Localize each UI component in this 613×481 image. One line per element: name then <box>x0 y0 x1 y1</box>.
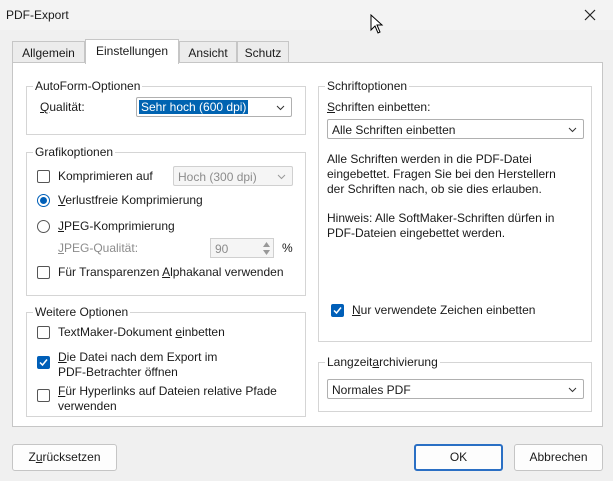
fonts-hint-line1: Hinweis: Alle SoftMaker-Schriften dürfen… <box>327 211 555 225</box>
fonts-description-line3: der Schriften nach, ob sie dies erlauben… <box>327 182 542 196</box>
chevron-down-icon <box>568 127 577 133</box>
jpeg-compression-label: JPEG-Komprimierung <box>58 219 175 233</box>
spin-up-icon <box>262 241 270 247</box>
tab-allgemein[interactable]: Allgemein <box>12 41 85 63</box>
percent-label: % <box>282 241 293 255</box>
spin-down-icon <box>262 249 270 255</box>
lossless-compression-radio[interactable] <box>37 194 50 207</box>
embed-fonts-select[interactable]: Alle Schriften einbetten <box>327 119 584 139</box>
chevron-down-icon <box>276 105 285 111</box>
checkmark-icon <box>39 359 48 367</box>
open-after-export-line2: PDF-Betrachter öffnen <box>58 365 178 379</box>
fonts-description-line1: Alle Schriften werden in die PDF-Datei <box>327 152 532 166</box>
chevron-down-icon <box>277 174 286 180</box>
tab-einstellungen[interactable]: Einstellungen <box>85 39 179 64</box>
alpha-channel-label: Für Transparenzen Alphakanal verwenden <box>58 265 284 279</box>
archiving-group: Langzeitarchivierung Normales PDF <box>318 355 592 412</box>
autoform-options-group: AutoForm-Optionen Qualität: Sehr hoch (6… <box>26 79 306 135</box>
graphics-options-group: Grafikoptionen Komprimieren auf Hoch (30… <box>26 145 306 296</box>
tab-schutz[interactable]: Schutz <box>237 41 289 63</box>
alpha-channel-checkbox[interactable] <box>37 266 50 279</box>
compress-label: Komprimieren auf <box>58 169 153 183</box>
font-options-group: Schriftoptionen Schriften einbetten: All… <box>318 79 592 342</box>
close-icon <box>584 9 596 21</box>
fonts-hint-line2: PDF-Dateien eingebettet werden. <box>327 226 506 240</box>
lossless-compression-label: Verlustfreie Komprimierung <box>58 193 203 207</box>
ok-button[interactable]: OK <box>414 444 503 471</box>
graphics-options-title: Grafikoptionen <box>33 145 116 159</box>
used-chars-only-checkbox[interactable] <box>331 304 344 317</box>
quality-select[interactable]: Sehr hoch (600 dpi) <box>136 97 292 117</box>
archiving-select[interactable]: Normales PDF <box>327 379 584 399</box>
relative-paths-line2: verwenden <box>58 399 117 413</box>
chevron-down-icon <box>568 387 577 393</box>
archiving-value: Normales PDF <box>332 383 411 397</box>
title-bar: PDF-Export <box>0 0 613 30</box>
relative-paths-checkbox[interactable] <box>37 389 50 402</box>
more-options-title: Weitere Optionen <box>33 305 131 319</box>
quality-label: Qualität: <box>40 100 85 114</box>
tab-ansicht[interactable]: Ansicht <box>179 41 237 63</box>
quality-selected-value: Sehr hoch (600 dpi) <box>139 100 249 114</box>
fonts-description-line2: eingebettet. Fragen Sie bei den Herstell… <box>327 167 556 181</box>
more-options-group: Weitere Optionen TextMaker-Dokument einb… <box>26 305 306 417</box>
jpeg-compression-radio[interactable] <box>37 220 50 233</box>
window-title: PDF-Export <box>6 8 69 22</box>
settings-panel: AutoForm-Optionen Qualität: Sehr hoch (6… <box>12 62 603 427</box>
cancel-button[interactable]: Abbrechen <box>514 444 603 471</box>
autoform-options-title: AutoForm-Optionen <box>33 79 143 93</box>
compress-resolution-select[interactable]: Hoch (300 dpi) <box>173 166 293 186</box>
open-after-export-checkbox[interactable] <box>37 356 50 369</box>
embed-fonts-label: Schriften einbetten: <box>327 100 431 114</box>
text-cursor-icon <box>370 14 384 34</box>
jpeg-quality-label: JPEG-Qualität: <box>58 241 139 255</box>
jpeg-quality-value: 90 <box>215 242 229 256</box>
jpeg-quality-spinner[interactable]: 90 <box>210 238 274 258</box>
embed-fonts-value: Alle Schriften einbetten <box>332 123 456 137</box>
used-chars-only-label: Nur verwendete Zeichen einbetten <box>352 303 536 317</box>
reset-button[interactable]: Zurücksetzen <box>12 444 117 471</box>
archiving-title: Langzeitarchivierung <box>325 355 440 369</box>
open-after-export-line1: Die Datei nach dem Export im <box>58 350 218 364</box>
spinner-arrows[interactable] <box>260 240 272 256</box>
embed-document-checkbox[interactable] <box>37 326 50 339</box>
compress-checkbox[interactable] <box>37 170 50 183</box>
close-button[interactable] <box>567 0 613 30</box>
font-options-title: Schriftoptionen <box>325 79 410 93</box>
checkmark-icon <box>333 307 342 315</box>
embed-document-label: TextMaker-Dokument einbetten <box>58 325 225 339</box>
relative-paths-line1: Für Hyperlinks auf Dateien relative Pfad… <box>58 384 277 398</box>
compress-resolution-value: Hoch (300 dpi) <box>178 170 257 184</box>
